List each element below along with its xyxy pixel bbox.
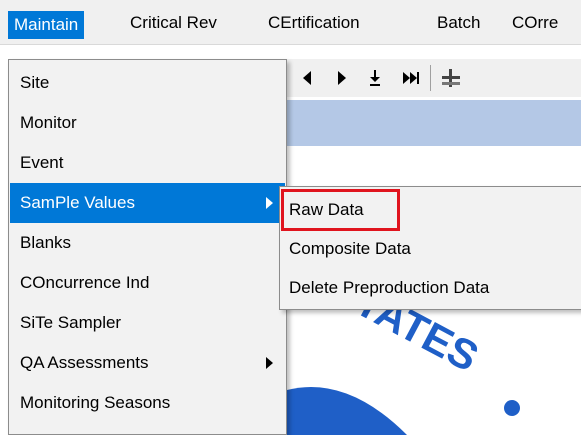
menu-item-site[interactable]: Site (10, 63, 285, 103)
menu-maintain[interactable]: Maintain (8, 11, 85, 39)
menu-item-label: Event (20, 153, 64, 172)
submenu-arrow-icon (266, 197, 273, 209)
download-icon[interactable] (361, 63, 389, 93)
menu-batch[interactable]: Batch (431, 10, 486, 36)
menu-bar: Maintain Critical Rev CErtification Batc… (0, 0, 581, 45)
menu-item-label: Monitor (20, 113, 77, 132)
header-band (287, 100, 581, 146)
toolbar (287, 59, 581, 97)
menu-item-event[interactable]: Event (10, 143, 285, 183)
submenu-item-label: Raw Data (289, 200, 364, 219)
maintain-dropdown: Site Monitor Event SamPle Values Blanks … (8, 59, 287, 435)
submenu-item-label: Composite Data (289, 239, 411, 258)
submenu-item-raw-data[interactable]: Raw Data (281, 191, 581, 229)
menu-item-label: COncurrence Ind (20, 273, 150, 292)
prev-icon[interactable] (293, 63, 321, 93)
menu-corrections[interactable]: COrre (506, 10, 564, 36)
next-icon[interactable] (328, 63, 356, 93)
menu-item-label: Site (20, 73, 50, 92)
menu-item-qa-assessments[interactable]: QA Assessments (10, 343, 285, 383)
fast-forward-icon[interactable] (397, 63, 425, 93)
add-icon[interactable] (437, 63, 465, 93)
submenu-item-delete-preproduction-data[interactable]: Delete Preproduction Data (281, 269, 581, 307)
submenu-item-label: Delete Preproduction Data (289, 278, 490, 297)
submenu-item-composite-data[interactable]: Composite Data (281, 230, 581, 268)
menu-item-label: QA Assessments (20, 353, 149, 372)
menu-certification[interactable]: CErtification (262, 10, 366, 36)
menu-item-label: SamPle Values (20, 193, 135, 212)
menu-item-label: SiTe Sampler (20, 313, 122, 332)
app-window: Maintain Critical Rev CErtification Batc… (0, 0, 581, 435)
menu-item-site-sampler[interactable]: SiTe Sampler (10, 303, 285, 343)
toolbar-separator (430, 65, 431, 91)
menu-item-monitor[interactable]: Monitor (10, 103, 285, 143)
menu-item-sample-values[interactable]: SamPle Values (10, 183, 285, 223)
menu-critical-rev[interactable]: Critical Rev (124, 10, 223, 36)
menu-item-concurrence-ind[interactable]: COncurrence Ind (10, 263, 285, 303)
menu-item-label: Blanks (20, 233, 72, 252)
submenu-arrow-icon (266, 357, 273, 369)
menu-item-blanks[interactable]: Blanks (10, 223, 285, 263)
menu-item-monitoring-seasons[interactable]: Monitoring Seasons (10, 383, 285, 423)
menu-item-label: Monitoring Seasons (20, 393, 171, 412)
sample-values-submenu: Raw Data Composite Data Delete Preproduc… (279, 186, 581, 310)
